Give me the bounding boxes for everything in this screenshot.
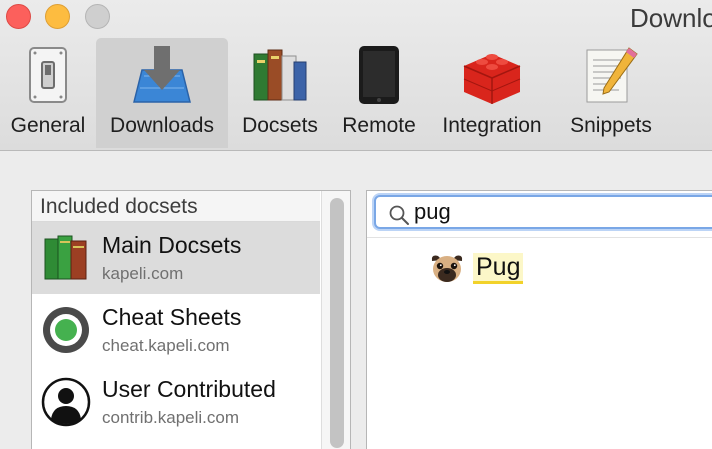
- source-host: cheat.kapeli.com: [102, 336, 230, 355]
- lego-brick-icon: [463, 54, 521, 104]
- preferences-toolbar: Downlo General Downloads Docsets Remote …: [0, 0, 712, 151]
- search-field[interactable]: [374, 195, 712, 229]
- books-icon: [44, 235, 87, 280]
- docset-search-pane: Pug: [366, 190, 712, 449]
- source-item-cheat-sheets[interactable]: Cheat Sheets cheat.kapeli.com: [32, 294, 320, 366]
- tab-remote[interactable]: Remote: [334, 38, 424, 148]
- tablet-icon: [359, 46, 399, 104]
- source-name: Cheat Sheets: [102, 304, 242, 330]
- source-item-user-contributed[interactable]: User Contributed contrib.kapeli.com: [32, 366, 320, 438]
- source-name: Main Docsets: [102, 232, 242, 258]
- pug-icon: [431, 255, 463, 282]
- docset-sources-list: Included docsets Main Docsets kapeli.com…: [31, 190, 351, 449]
- search-icon: [389, 205, 409, 225]
- search-input[interactable]: [414, 199, 704, 225]
- notepad-pencil-icon: [586, 47, 638, 103]
- source-host: contrib.kapeli.com: [102, 408, 240, 427]
- window-title: Downlo: [630, 3, 712, 33]
- search-result-label: Pug: [473, 253, 524, 284]
- tab-snippets[interactable]: Snippets: [560, 38, 662, 148]
- source-item-main-docsets[interactable]: Main Docsets kapeli.com: [32, 222, 320, 294]
- tab-general-label: General: [10, 114, 86, 137]
- tab-general[interactable]: General: [2, 38, 94, 148]
- tab-downloads-label: Downloads: [110, 114, 214, 137]
- tab-remote-label: Remote: [342, 114, 416, 137]
- sources-scrollbar[interactable]: [321, 191, 350, 449]
- window-zoom-button[interactable]: [85, 4, 110, 29]
- tab-docsets-label: Docsets: [242, 114, 318, 137]
- window-minimize-button[interactable]: [45, 4, 70, 29]
- tab-integration-label: Integration: [442, 114, 542, 137]
- books-icon: [253, 49, 307, 101]
- tab-docsets[interactable]: Docsets: [234, 38, 326, 148]
- sources-scrollbar-thumb[interactable]: [330, 198, 344, 448]
- tab-integration[interactable]: Integration: [432, 38, 552, 148]
- cheat-sheet-icon: [43, 307, 89, 353]
- download-icon: [133, 46, 191, 103]
- switch-icon: [29, 47, 67, 103]
- sources-header-label: Included docsets: [40, 195, 198, 218]
- tab-downloads[interactable]: Downloads: [96, 38, 228, 148]
- window-close-button[interactable]: [6, 4, 31, 29]
- source-name: User Contributed: [102, 376, 276, 402]
- user-silhouette-icon: [41, 377, 91, 427]
- tab-snippets-label: Snippets: [570, 114, 652, 137]
- sources-header: Included docsets: [32, 191, 320, 222]
- search-result-item[interactable]: Pug: [429, 251, 629, 287]
- source-host: kapeli.com: [102, 264, 184, 283]
- search-divider: [367, 237, 712, 238]
